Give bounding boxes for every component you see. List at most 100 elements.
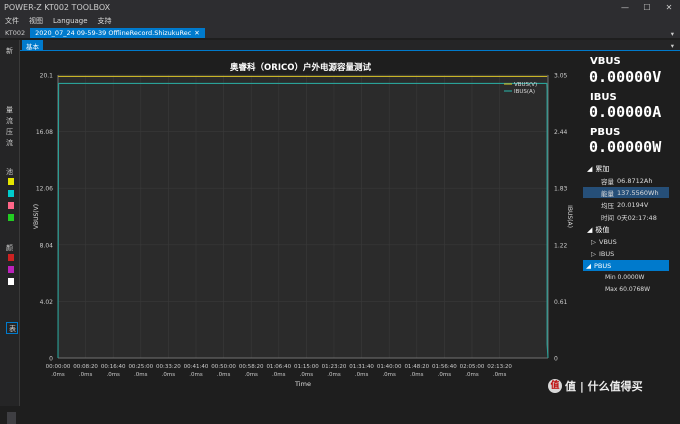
- tree-item-label: IBUS: [599, 250, 615, 258]
- x-tick-label: 01:56:40: [432, 364, 457, 370]
- document-tabs: KT002 2020_07_24 09-59-39 OfflineRecord.…: [0, 27, 680, 38]
- y-axis-label-left: VBUS(V): [33, 204, 40, 229]
- x-tick-label: 01:48:20: [404, 364, 429, 370]
- close-button[interactable]: ✕: [658, 3, 680, 12]
- scrollbar-thumb[interactable]: [7, 412, 16, 424]
- pbus-value: 0.00000W: [589, 138, 662, 156]
- extremes-header[interactable]: ◢ 极值: [587, 225, 609, 235]
- stat-row-capacity[interactable]: 容量 06.8712Ah: [583, 175, 669, 186]
- panel-label: 表: [9, 325, 16, 333]
- menu-file[interactable]: 文件: [0, 16, 24, 26]
- x-tick-unit: .0ms: [217, 372, 231, 378]
- legend-label: VBUS(V): [514, 82, 537, 88]
- x-tick-unit: .0ms: [106, 372, 120, 378]
- y-tick-label-left: 4.02: [40, 299, 54, 306]
- y-tick-label-right: 1.22: [554, 242, 568, 249]
- panel-label: 量: [6, 106, 13, 114]
- tree-item-label: VBUS: [599, 238, 617, 246]
- x-tick-label: 02:13:20: [487, 364, 512, 370]
- stat-value: 06.8712Ah: [617, 176, 653, 185]
- x-tick-label: 00:58:20: [239, 364, 264, 370]
- color-swatch-white[interactable]: [8, 278, 14, 285]
- x-tick-label: 01:15:00: [294, 364, 319, 370]
- x-tick-label: 02:05:00: [460, 364, 485, 370]
- panel-label: 流: [6, 117, 13, 125]
- x-tick-label: 01:23:20: [322, 364, 347, 370]
- chart-title: 奥睿科（ORICO）户外电源容量测试: [230, 63, 371, 73]
- left-settings-panel: 新 量 流 压 流 池 颜 表: [0, 40, 20, 424]
- color-swatch-yellow[interactable]: [8, 178, 14, 185]
- x-tick-label: 01:06:40: [266, 364, 291, 370]
- stat-key: 能量: [601, 189, 614, 198]
- pbus-min: Min 0.0000W: [605, 274, 645, 281]
- x-tick-label: 00:50:00: [211, 364, 236, 370]
- maximize-button[interactable]: ☐: [636, 3, 658, 12]
- pbus-label: PBUS: [590, 127, 621, 138]
- color-swatch-red[interactable]: [8, 254, 14, 261]
- legend-label: IBUS(A): [514, 89, 535, 95]
- menu-support[interactable]: 支持: [93, 16, 117, 26]
- x-tick-unit: .0ms: [493, 372, 507, 378]
- chevron-down-icon[interactable]: ▾: [671, 30, 680, 38]
- panel-label: 新: [6, 47, 13, 55]
- menu-view[interactable]: 视图: [24, 16, 48, 26]
- y-tick-label-left: 0: [49, 356, 53, 363]
- x-tick-label: 01:40:00: [377, 364, 402, 370]
- stat-value: 137.5560Wh: [617, 188, 659, 197]
- tab-record[interactable]: 2020_07_24 09-59-39 OfflineRecord.Shizuk…: [30, 28, 205, 38]
- menu-bar: 文件 视图 Language 支持: [0, 14, 680, 27]
- y-tick-label-right: 3.05: [554, 73, 568, 80]
- vbus-label: VBUS: [590, 56, 621, 67]
- tree-item-ibus[interactable]: ▷ IBUS: [591, 250, 614, 258]
- x-tick-unit: .0ms: [382, 372, 396, 378]
- x-axis-label: Time: [294, 380, 311, 388]
- y-tick-label-right: 2.44: [554, 129, 568, 136]
- color-swatch-magenta[interactable]: [8, 266, 14, 273]
- minimize-button[interactable]: —: [614, 3, 636, 12]
- x-tick-unit: .0ms: [410, 372, 424, 378]
- tree-item-label: PBUS: [594, 261, 612, 270]
- sub-tabs: 基本 ▾: [0, 40, 680, 51]
- stat-row-time[interactable]: 时间 0天02:17:48: [583, 211, 669, 222]
- accumulate-title: 累加: [595, 165, 610, 173]
- panel-label: 池: [6, 168, 13, 176]
- menu-language[interactable]: Language: [48, 17, 93, 25]
- readout-panel: VBUS 0.00000V IBUS 0.00000A PBUS 0.00000…: [583, 52, 680, 406]
- x-tick-unit: .0ms: [327, 372, 341, 378]
- pbus-max: Max 60.0768W: [605, 286, 651, 293]
- chevron-down-icon[interactable]: ▾: [671, 42, 680, 50]
- x-tick-unit: .0ms: [465, 372, 479, 378]
- x-tick-unit: .0ms: [162, 372, 176, 378]
- stat-row-avg-voltage[interactable]: 均压 20.0194V: [583, 199, 669, 210]
- accumulate-header[interactable]: ◢ 累加: [587, 164, 609, 174]
- x-tick-unit: .0ms: [79, 372, 93, 378]
- stat-key: 容量: [601, 177, 614, 186]
- power-chart[interactable]: 0 0 4.02 0.61 8.04 1.22 12.06 1.83 16.08 2.44 20.1…: [20, 52, 581, 406]
- chart-panel: 奥睿科（ORICO）户外电源容量测试 0 0 4.02 0.61 8.04 1.22 12.…: [20, 52, 581, 406]
- window-title: POWER-Z KT002 TOOLBOX: [4, 2, 111, 12]
- panel-label: 颜: [6, 244, 13, 252]
- x-tick-label: 01:31:40: [349, 364, 374, 370]
- x-tick-label: 00:33:20: [156, 364, 181, 370]
- y-tick-label-left: 12.06: [36, 186, 53, 193]
- x-tick-unit: .0ms: [272, 372, 286, 378]
- x-tick-label: 00:00:00: [46, 364, 71, 370]
- expand-icon: ◢: [587, 165, 593, 173]
- ibus-value: 0.00000A: [589, 103, 662, 121]
- tab-device[interactable]: KT002: [0, 28, 30, 38]
- close-icon[interactable]: ✕: [194, 29, 199, 37]
- x-tick-label: 00:16:40: [101, 364, 126, 370]
- tree-item-pbus[interactable]: ◢ PBUS: [583, 260, 669, 271]
- color-swatch-cyan[interactable]: [8, 190, 14, 197]
- stat-key: 时间: [601, 213, 614, 222]
- collapse-arrow-icon: ▷: [591, 250, 596, 258]
- tab-basic[interactable]: 基本: [22, 40, 43, 51]
- stat-value: 20.0194V: [617, 200, 649, 209]
- stat-row-energy[interactable]: 能量 137.5560Wh: [583, 187, 669, 198]
- color-swatch-pink[interactable]: [8, 202, 14, 209]
- watermark-logo-icon: 值: [548, 379, 562, 393]
- x-tick-label: 00:25:00: [128, 364, 153, 370]
- tree-item-vbus[interactable]: ▷ VBUS: [591, 238, 617, 246]
- color-swatch-green[interactable]: [8, 214, 14, 221]
- y-tick-label-left: 20.1: [40, 73, 54, 80]
